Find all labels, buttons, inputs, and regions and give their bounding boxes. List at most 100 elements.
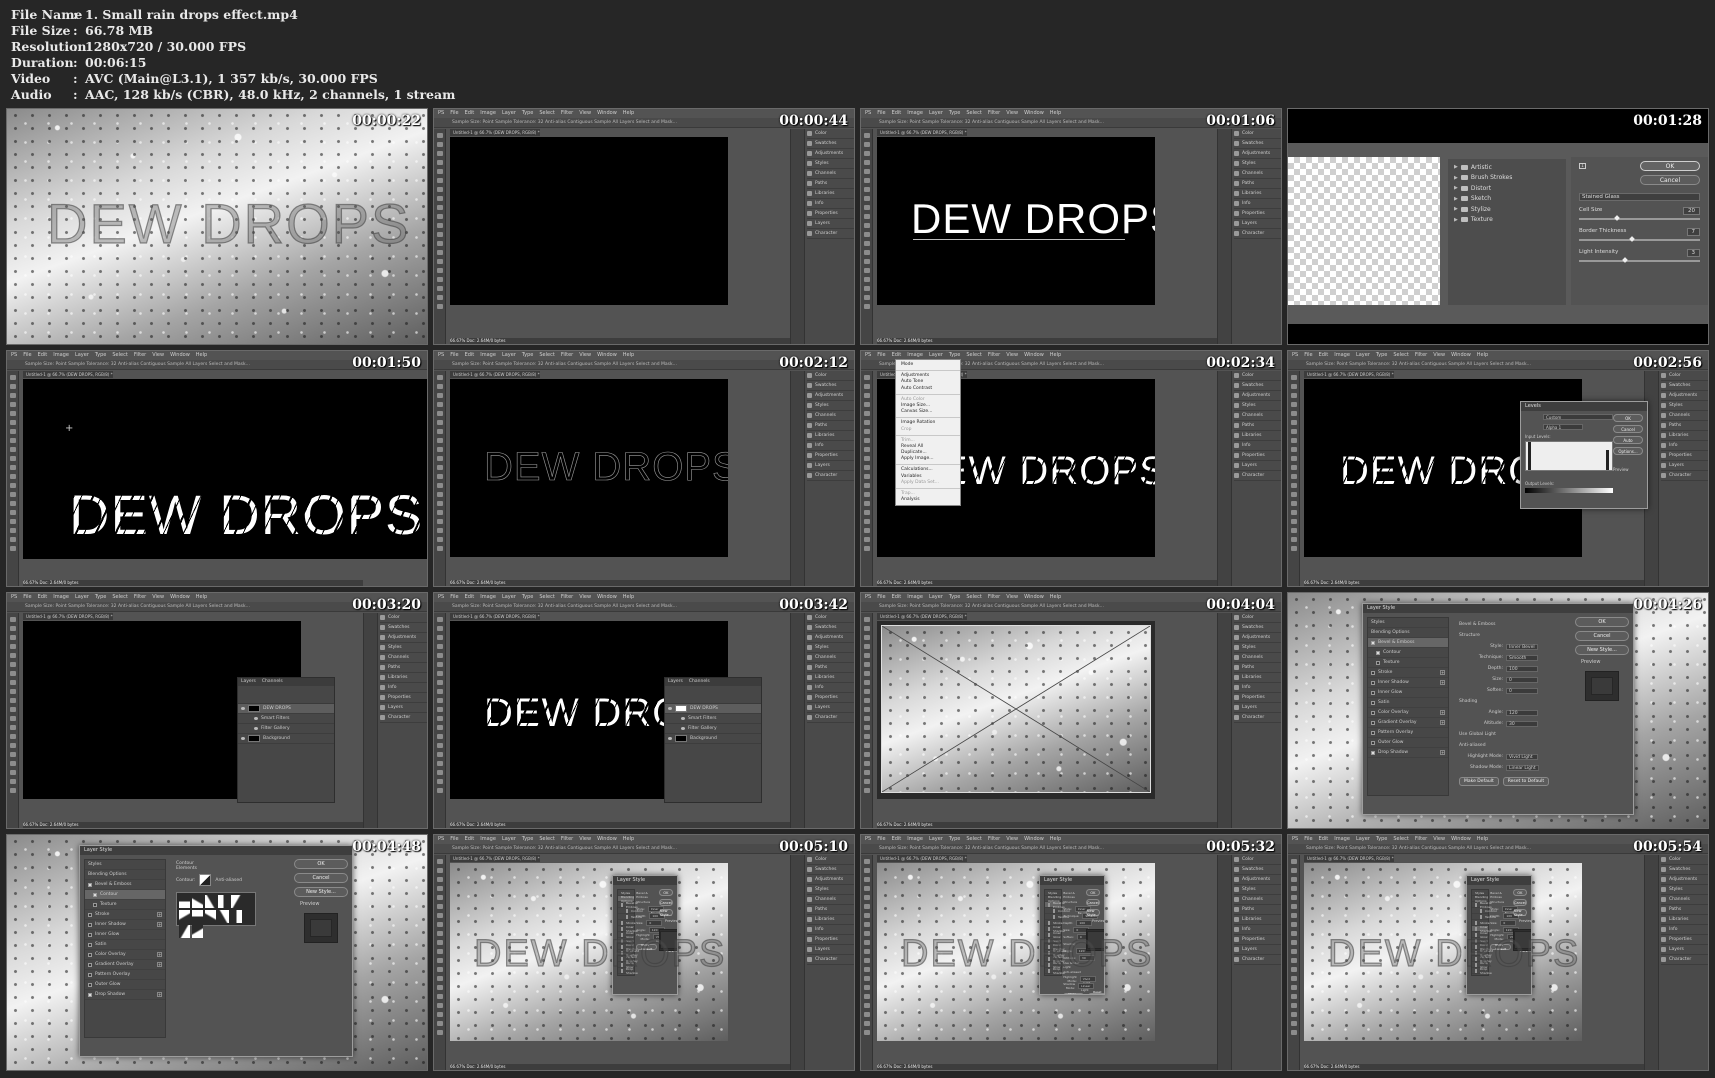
contour-preset-icon[interactable] [192,910,203,923]
setting-value[interactable]: Vivid Light [1079,975,1096,985]
tool-icon[interactable] [863,250,870,255]
tool-icon[interactable] [863,429,870,434]
tool-icon[interactable] [1290,429,1297,434]
style-item[interactable]: Satin [1368,698,1448,708]
cancel-button[interactable]: Cancel [658,899,673,906]
tool-icon[interactable] [436,519,443,524]
tool-icon[interactable] [1290,438,1297,443]
tool-icon[interactable] [863,474,870,479]
document-canvas[interactable] [450,137,728,305]
menu-item[interactable]: File [877,593,885,602]
tool-icon[interactable] [436,259,443,264]
tool-icon[interactable] [436,680,443,685]
tool-icon[interactable] [436,689,443,694]
tool-icon[interactable] [863,877,870,882]
style-checkbox[interactable] [88,992,92,997]
panel-row[interactable]: Layers [807,703,854,713]
layer-row[interactable]: Smart Filters [238,714,334,724]
panel-row[interactable]: Swatches [807,139,854,149]
cancel-button[interactable]: Cancel [1512,899,1527,906]
tool-icon[interactable] [863,644,870,649]
tool-icon[interactable] [436,859,443,864]
tool-icon[interactable] [863,492,870,497]
menu-item[interactable]: Window [1024,109,1044,118]
preview-checkbox[interactable]: Preview [1086,919,1104,923]
panel-row[interactable]: Styles [1661,885,1708,895]
panel-row[interactable]: Swatches [807,865,854,875]
make-default-button[interactable]: Make Default [1063,992,1085,994]
options-button[interactable]: Options... [1613,447,1643,455]
tool-icon[interactable] [436,205,443,210]
panel-row[interactable]: Character [380,713,427,723]
menu-item[interactable]: View [579,593,591,602]
menu-item[interactable]: Window [1024,351,1044,360]
menu-item[interactable]: View [1006,351,1018,360]
contour-preset-icon[interactable] [231,895,242,908]
tool-icon[interactable] [436,985,443,990]
tool-icon[interactable] [436,196,443,201]
panel-row[interactable]: Libraries [1234,673,1281,683]
thumb-15[interactable]: 00:05:32 PS File Edit Image Layer Type Select F… [860,834,1282,1071]
thumb-7[interactable]: 00:02:34 PS File Edit Image Layer Type Select F… [860,350,1282,587]
document-tab[interactable]: Untitled-1 @ 66.7% (DEW DROPS, RGB/8) * [450,129,540,136]
panel-row[interactable]: Paths [807,905,854,915]
tool-icon[interactable] [9,626,16,631]
tool-icon[interactable] [1290,922,1297,927]
style-checkbox[interactable] [1371,700,1375,705]
menu-item[interactable]: PS [865,109,871,118]
tool-icon[interactable] [863,707,870,712]
setting-value[interactable]: Inner Bevel [1506,643,1538,650]
tool-icon[interactable] [863,447,870,452]
menu-item[interactable]: Window [1024,593,1044,602]
tool-icon[interactable] [9,546,16,551]
menu-item[interactable]: Window [170,593,190,602]
style-item[interactable]: Color Overlay + [85,950,165,960]
tool-icon[interactable] [9,707,16,712]
tool-icon[interactable] [436,671,443,676]
tool-icon[interactable] [863,402,870,407]
tool-icon[interactable] [863,438,870,443]
param-slider[interactable] [1579,257,1700,263]
panel-row[interactable]: Character [1234,471,1281,481]
menu-item[interactable]: File [450,109,458,118]
style-item[interactable]: Contour [1368,648,1448,658]
tool-icon[interactable] [436,429,443,434]
layer-row[interactable]: Filter Gallery [238,724,334,734]
style-checkbox[interactable] [1371,640,1375,645]
menu-item[interactable]: Filter [1415,351,1427,360]
panel-row[interactable]: Channels [1234,653,1281,663]
tool-icon[interactable] [436,1003,443,1008]
menu-item[interactable]: Image [1334,835,1350,844]
panel-row[interactable]: Adjustments [807,391,854,401]
menu-item[interactable]: Filter [561,109,573,118]
menu-item[interactable]: Select [1393,835,1408,844]
tool-icon[interactable] [436,151,443,156]
tool-icon[interactable] [863,895,870,900]
tool-icon[interactable] [1290,501,1297,506]
tool-icon[interactable] [436,644,443,649]
tool-icon[interactable] [1290,474,1297,479]
panel-row[interactable]: Character [1661,471,1708,481]
tool-icon[interactable] [9,528,16,533]
tool-icon[interactable] [863,375,870,380]
style-checkbox[interactable] [1048,920,1050,925]
menu-item[interactable]: Image [480,593,496,602]
menu-item[interactable]: Window [1451,835,1471,844]
menu-item[interactable]: PS [1292,351,1298,360]
menu-item[interactable]: Layer [75,593,89,602]
panel-row[interactable]: Color [1234,855,1281,865]
tool-icon[interactable] [436,304,443,309]
panel-row[interactable]: Info [807,199,854,209]
tool-icon[interactable] [9,411,16,416]
slider-thumb[interactable] [1628,236,1635,242]
panel-row[interactable]: Adjustments [807,875,854,885]
tool-icon[interactable] [1290,877,1297,882]
tool-icon[interactable] [863,662,870,667]
tool-icon[interactable] [863,268,870,273]
document-tab[interactable]: Untitled-1 @ 66.7% (DEW DROPS, RGB/8) * [450,613,540,620]
tool-icon[interactable] [863,904,870,909]
thumb-10[interactable]: 00:03:42 PS File Edit Image Layer Type Select F… [433,592,855,829]
tool-icon[interactable] [9,716,16,721]
setting-value[interactable]: 0 [1506,687,1538,694]
menu-item[interactable]: Type [95,351,106,360]
